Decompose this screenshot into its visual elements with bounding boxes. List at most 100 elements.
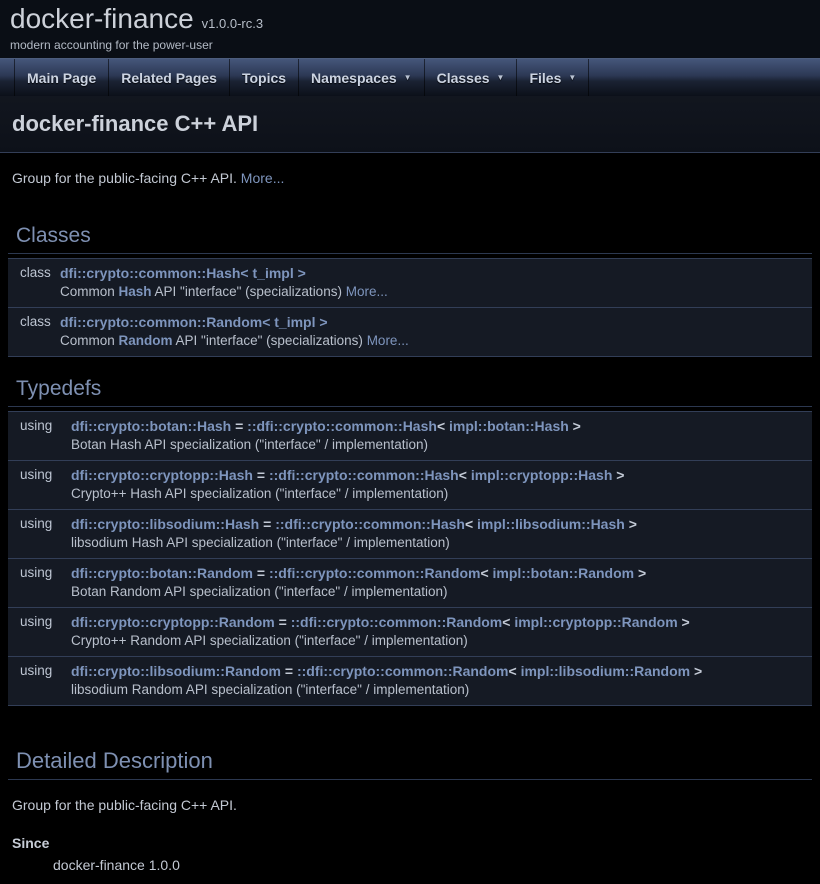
typedef-name-link[interactable]: dfi::crypto::botan::Random xyxy=(71,565,253,581)
since-value: docker-finance 1.0.0 xyxy=(53,857,808,873)
operator-text: > xyxy=(678,614,690,630)
project-version: v1.0.0-rc.3 xyxy=(202,16,263,31)
operator-text: < xyxy=(480,565,492,581)
table-row: usingdfi::crypto::libsodium::Hash = ::df… xyxy=(8,510,812,533)
impl-type-link[interactable]: impl::cryptopp::Random xyxy=(514,614,677,630)
nav-tab-namespaces[interactable]: Namespaces ▼ xyxy=(299,59,425,96)
title-area: docker-finance v1.0.0-rc.3 modern account… xyxy=(0,0,820,58)
member-keyword: class xyxy=(8,259,60,283)
classes-table: class dfi::crypto::common::Hash< t_impl … xyxy=(8,258,812,357)
operator-text: > xyxy=(569,418,581,434)
nav-tab-label: Files xyxy=(529,70,561,86)
project-brief: modern accounting for the power-user xyxy=(10,38,820,52)
typedef-declaration: dfi::crypto::botan::Hash = ::dfi::crypto… xyxy=(71,412,812,436)
nav-tab-main-page[interactable]: Main Page xyxy=(14,59,109,96)
common-type-link[interactable]: ::dfi::crypto::common::Hash xyxy=(247,418,437,434)
since-block: Since docker-finance 1.0.0 xyxy=(12,835,808,873)
table-row: Crypto++ Random API specialization ("int… xyxy=(8,631,812,656)
detailed-description-heading: Detailed Description xyxy=(8,748,812,780)
operator-text: < xyxy=(437,418,449,434)
desc-text: API "interface" (specializations) xyxy=(173,333,367,348)
more-link[interactable]: More... xyxy=(367,333,409,348)
nav-tab-files[interactable]: Files ▼ xyxy=(517,59,589,96)
member-description: Common Hash API "interface" (specializat… xyxy=(60,282,812,307)
table-row: class dfi::crypto::common::Random< t_imp… xyxy=(8,308,812,331)
operator-text: = xyxy=(275,614,291,630)
member-description: Botan Random API specialization ("interf… xyxy=(71,582,812,607)
typedef-declaration: dfi::crypto::libsodium::Random = ::dfi::… xyxy=(71,657,812,680)
nav-tab-topics[interactable]: Topics xyxy=(230,59,299,96)
typedef-name-link[interactable]: dfi::crypto::cryptopp::Random xyxy=(71,614,275,630)
table-row: libsodium Random API specialization ("in… xyxy=(8,680,812,705)
member-keyword: using xyxy=(8,510,71,533)
nav-tab-label: Namespaces xyxy=(311,70,397,86)
page-header: docker-finance C++ API xyxy=(0,96,820,153)
operator-text: = xyxy=(253,565,269,581)
typedef-name-link[interactable]: dfi::crypto::libsodium::Random xyxy=(71,663,281,679)
member-description: Crypto++ Random API specialization ("int… xyxy=(71,631,812,656)
nav-tab-classes[interactable]: Classes ▼ xyxy=(425,59,518,96)
operator-text: < xyxy=(465,516,477,532)
operator-text: = xyxy=(281,663,297,679)
chevron-down-icon: ▼ xyxy=(404,73,412,82)
nav-tab-label: Main Page xyxy=(27,70,96,86)
operator-text: > xyxy=(690,663,702,679)
operator-text: = xyxy=(259,516,275,532)
table-row: Common Random API "interface" (specializ… xyxy=(8,331,812,356)
more-link[interactable]: More... xyxy=(346,284,388,299)
class-link[interactable]: dfi::crypto::common::Hash< t_impl > xyxy=(60,265,306,281)
classes-heading: Classes xyxy=(8,224,812,254)
intro-more-link[interactable]: More... xyxy=(241,170,285,186)
class-ref-link[interactable]: Random xyxy=(119,333,173,348)
operator-text: < xyxy=(502,614,514,630)
contents: Group for the public-facing C++ API. Mor… xyxy=(0,170,820,883)
member-keyword: using xyxy=(8,657,71,680)
member-keyword: using xyxy=(8,559,71,582)
detailed-description-text: Group for the public-facing C++ API. xyxy=(12,797,808,813)
member-description: libsodium Hash API specialization ("inte… xyxy=(71,533,812,558)
project-name: docker-finance xyxy=(10,3,194,34)
typedef-name-link[interactable]: dfi::crypto::libsodium::Hash xyxy=(71,516,259,532)
table-row: libsodium Hash API specialization ("inte… xyxy=(8,533,812,558)
common-type-link[interactable]: ::dfi::crypto::common::Hash xyxy=(275,516,465,532)
member-description: libsodium Random API specialization ("in… xyxy=(71,680,812,705)
typedef-name-link[interactable]: dfi::crypto::botan::Hash xyxy=(71,418,231,434)
operator-text: = xyxy=(253,467,269,483)
member-description: Common Random API "interface" (specializ… xyxy=(60,331,812,356)
typedef-name-link[interactable]: dfi::crypto::cryptopp::Hash xyxy=(71,467,253,483)
row-separator xyxy=(8,356,812,357)
table-row: usingdfi::crypto::cryptopp::Random = ::d… xyxy=(8,608,812,631)
impl-type-link[interactable]: impl::cryptopp::Hash xyxy=(471,467,613,483)
impl-type-link[interactable]: impl::botan::Random xyxy=(493,565,635,581)
operator-text: < xyxy=(459,467,471,483)
member-keyword: class xyxy=(8,308,60,331)
since-label: Since xyxy=(12,835,808,851)
impl-type-link[interactable]: impl::libsodium::Random xyxy=(521,663,691,679)
common-type-link[interactable]: ::dfi::crypto::common::Random xyxy=(291,614,503,630)
impl-type-link[interactable]: impl::libsodium::Hash xyxy=(477,516,625,532)
table-row: Botan Hash API specialization ("interfac… xyxy=(8,435,812,460)
common-type-link[interactable]: ::dfi::crypto::common::Random xyxy=(297,663,509,679)
chevron-down-icon: ▼ xyxy=(497,73,505,82)
class-link[interactable]: dfi::crypto::common::Random< t_impl > xyxy=(60,314,328,330)
table-row: Common Hash API "interface" (specializat… xyxy=(8,282,812,307)
intro-text: Group for the public-facing C++ API. xyxy=(12,170,241,186)
page-title: docker-finance C++ API xyxy=(12,111,808,137)
operator-text: < xyxy=(508,663,520,679)
impl-type-link[interactable]: impl::botan::Hash xyxy=(449,418,569,434)
class-ref-link[interactable]: Hash xyxy=(119,284,152,299)
common-type-link[interactable]: ::dfi::crypto::common::Hash xyxy=(269,467,459,483)
common-type-link[interactable]: ::dfi::crypto::common::Random xyxy=(269,565,481,581)
nav-tab-related-pages[interactable]: Related Pages xyxy=(109,59,230,96)
desc-text: API "interface" (specializations) xyxy=(152,284,346,299)
typedef-declaration: dfi::crypto::libsodium::Hash = ::dfi::cr… xyxy=(71,510,812,533)
operator-text: > xyxy=(625,516,637,532)
typedefs-table: using dfi::crypto::botan::Hash = ::dfi::c… xyxy=(8,411,812,706)
desc-text: Common xyxy=(60,333,119,348)
typedef-declaration: dfi::crypto::botan::Random = ::dfi::cryp… xyxy=(71,559,812,582)
operator-text: = xyxy=(231,418,247,434)
nav-tab-label: Related Pages xyxy=(121,70,217,86)
typedef-declaration: dfi::crypto::cryptopp::Random = ::dfi::c… xyxy=(71,608,812,631)
operator-text: > xyxy=(634,565,646,581)
nav-tab-label: Classes xyxy=(437,70,490,86)
